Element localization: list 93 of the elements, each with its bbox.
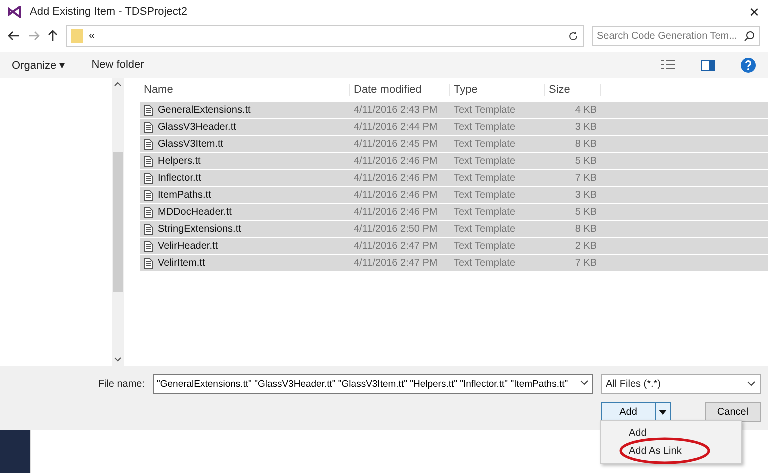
up-icon[interactable] — [48, 30, 58, 42]
address-field[interactable]: « — [66, 25, 584, 47]
document-icon — [144, 206, 153, 218]
file-type-dropdown[interactable]: All Files (*.*) — [601, 374, 761, 394]
date-cell-text: 4/11/2016 2:46 PM — [353, 172, 439, 184]
file-row[interactable]: Inflector.tt 4/11/2016 2:46 PM Text Template 7 KB — [140, 170, 768, 186]
infinity-logo-icon — [8, 6, 22, 18]
size-cell-text: 3 KB — [574, 190, 598, 200]
document-icon — [144, 138, 153, 150]
file-row[interactable]: GlassV3Header.tt 4/11/2016 2:44 PM Text Template 3 KB — [140, 119, 768, 135]
type-cell-text: Text Template — [453, 224, 517, 234]
size-cell-text: 5 KB — [574, 156, 598, 166]
cancel-button[interactable]: Cancel — [705, 402, 761, 422]
document-icon — [144, 224, 153, 234]
organize-button[interactable]: Organize ▾ — [12, 58, 66, 72]
address-path: « — [89, 30, 96, 42]
file-name: Inflector.tt — [158, 172, 202, 184]
size-cell-text: 8 KB — [574, 138, 598, 150]
file-name: GeneralExtensions.tt — [158, 104, 251, 116]
type-cell-text: Text Template — [453, 156, 517, 166]
file-name: GlassV3Item.tt — [158, 138, 224, 150]
file-row[interactable]: VelirItem.tt 4/11/2016 2:47 PM Text Template 7 KB — [140, 255, 768, 271]
document-icon — [144, 104, 153, 116]
type-cell-text: Text Template — [453, 240, 517, 252]
size-cell-text: 4 KB — [574, 104, 598, 116]
file-row[interactable]: StringExtensions.tt 4/11/2016 2:50 PM Text Template 8 KB — [140, 221, 768, 237]
file-name: VelirItem.tt — [158, 258, 206, 268]
new-folder-button[interactable]: New folder — [92, 59, 144, 71]
file-row[interactable]: Helpers.tt 4/11/2016 2:46 PM Text Template 5 KB — [140, 153, 768, 169]
date-cell-text: 4/11/2016 2:45 PM — [353, 138, 439, 150]
back-icon[interactable] — [8, 31, 20, 41]
column-header[interactable]: Size — [545, 84, 601, 96]
document-icon — [144, 258, 153, 268]
size-cell-text: 2 KB — [574, 240, 598, 252]
scroll-up-icon[interactable] — [114, 82, 122, 87]
file-row[interactable]: ItemPaths.tt 4/11/2016 2:46 PM Text Template 3 KB — [140, 187, 768, 203]
search-icon — [744, 31, 755, 42]
type-cell-text: Text Template — [453, 172, 517, 184]
document-icon — [144, 156, 153, 166]
file-name: VelirHeader.tt — [158, 240, 218, 252]
type-cell-text: Text Template — [453, 190, 517, 200]
file-name: StringExtensions.tt — [158, 224, 242, 234]
file-name: MDDocHeader.tt — [158, 206, 232, 218]
file-row[interactable]: GlassV3Item.tt 4/11/2016 2:45 PM Text Template 8 KB — [140, 136, 768, 152]
date-cell-text: 4/11/2016 2:46 PM — [353, 156, 439, 166]
refresh-icon[interactable] — [568, 30, 579, 42]
size-cell-text: 5 KB — [574, 206, 598, 218]
add-button[interactable]: Add — [601, 402, 671, 422]
type-cell-text: Text Template — [453, 258, 517, 268]
scroll-down-icon[interactable] — [114, 357, 122, 362]
search-field[interactable]: Search Code Generation Tem... — [592, 26, 760, 46]
chevron-down-icon[interactable] — [747, 381, 756, 387]
type-cell-text: Text Template — [453, 206, 517, 218]
document-icon — [144, 240, 153, 252]
size-cell-text: 7 KB — [574, 172, 598, 184]
date-cell-text: 4/11/2016 2:50 PM — [353, 224, 439, 234]
type-cell-text: Text Template — [453, 138, 517, 150]
help-icon[interactable] — [741, 58, 756, 72]
caret-icon[interactable] — [659, 410, 667, 414]
size-cell-text: 3 KB — [574, 122, 598, 132]
file-row[interactable]: VelirHeader.tt 4/11/2016 2:47 PM Text Template 2 KB — [140, 238, 768, 254]
type-cell-text: Text Template — [453, 122, 517, 132]
chevron-down-icon[interactable] — [580, 380, 589, 386]
date-cell-text: 4/11/2016 2:44 PM — [353, 122, 439, 132]
file-name: Helpers.tt — [158, 156, 201, 166]
date-cell-text: 4/11/2016 2:43 PM — [353, 104, 439, 116]
file-row[interactable]: MDDocHeader.tt 4/11/2016 2:46 PM Text Template 5 KB — [140, 204, 768, 220]
folder-icon — [71, 29, 83, 43]
column-header[interactable]: Date modified — [350, 84, 450, 96]
close-button[interactable]: ✕ — [749, 4, 760, 20]
preview-pane-icon[interactable] — [701, 60, 715, 70]
date-cell-text: 4/11/2016 2:47 PM — [353, 240, 439, 252]
column-header[interactable]: Type — [450, 84, 545, 96]
file-row[interactable]: GeneralExtensions.tt 4/11/2016 2:43 PM Text Template 4 KB — [140, 102, 768, 118]
size-cell-text: 8 KB — [574, 224, 598, 234]
document-icon — [144, 190, 153, 200]
type-cell-text: Text Template — [453, 104, 517, 116]
view-options-icon[interactable] — [661, 60, 675, 70]
file-name: ItemPaths.tt — [158, 190, 212, 200]
file-name-field[interactable]: "GeneralExtensions.tt" "GlassV3Header.tt" "GlassV3Item.tt" "Helpers.tt" "Inflector.tt" "ItemPaths.tt" — [153, 374, 593, 394]
date-cell-text: 4/11/2016 2:46 PM — [353, 206, 439, 218]
window-title: Add Existing Item - TDSProject2 — [30, 6, 189, 18]
column-header[interactable]: Name — [140, 84, 350, 96]
side-panel — [0, 430, 30, 473]
date-cell-text: 4/11/2016 2:46 PM — [353, 190, 439, 200]
file-name: GlassV3Header.tt — [158, 122, 236, 132]
size-cell-text: 7 KB — [574, 258, 598, 268]
file-name-label: File name: — [97, 378, 145, 390]
document-icon — [144, 172, 153, 184]
scrollbar[interactable] — [112, 78, 124, 366]
date-cell-text: 4/11/2016 2:47 PM — [353, 258, 439, 268]
document-icon — [144, 122, 153, 132]
menu-item[interactable]: Add — [629, 428, 647, 438]
